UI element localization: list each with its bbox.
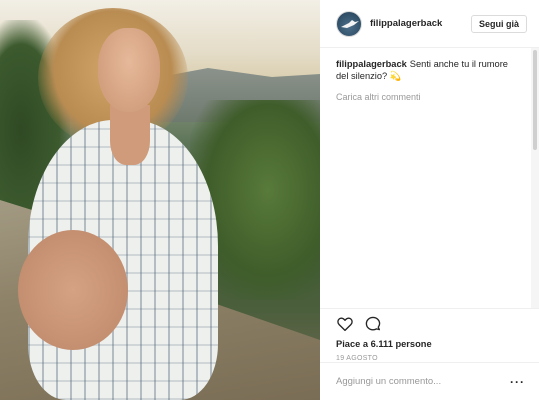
scrollbar-thumb[interactable] — [533, 50, 537, 150]
comments-scrollbar[interactable] — [531, 48, 539, 308]
comment-icon[interactable] — [364, 315, 382, 333]
load-more-comments[interactable]: Carica altri commenti — [336, 92, 516, 102]
more-icon[interactable]: ··· — [510, 375, 525, 389]
post-header: filippalagerback Segui già — [320, 0, 539, 48]
post-username[interactable]: filippalagerback — [370, 18, 471, 29]
heart-icon[interactable] — [336, 315, 354, 333]
add-comment-bar: ··· — [320, 362, 539, 400]
post-photo[interactable] — [0, 0, 320, 400]
photo-neck — [110, 105, 150, 165]
photo-arm — [18, 230, 128, 350]
photo-face — [98, 28, 160, 112]
likes-count[interactable]: Piace a 6.111 persone — [336, 339, 525, 349]
comments-section: filippalagerback Senti anche tu il rumore… — [320, 48, 530, 308]
caption-username[interactable]: filippalagerback — [336, 59, 407, 69]
post-actions: Piace a 6.111 persone 19 AGOSTO — [320, 308, 539, 362]
comment-input[interactable] — [336, 376, 510, 387]
avatar-bird-icon — [341, 19, 359, 28]
follow-button[interactable]: Segui già — [470, 14, 527, 33]
caption: filippalagerback Senti anche tu il rumore… — [336, 58, 516, 82]
action-icons — [336, 313, 525, 335]
avatar[interactable] — [336, 10, 362, 37]
post-date: 19 AGOSTO — [336, 355, 378, 362]
